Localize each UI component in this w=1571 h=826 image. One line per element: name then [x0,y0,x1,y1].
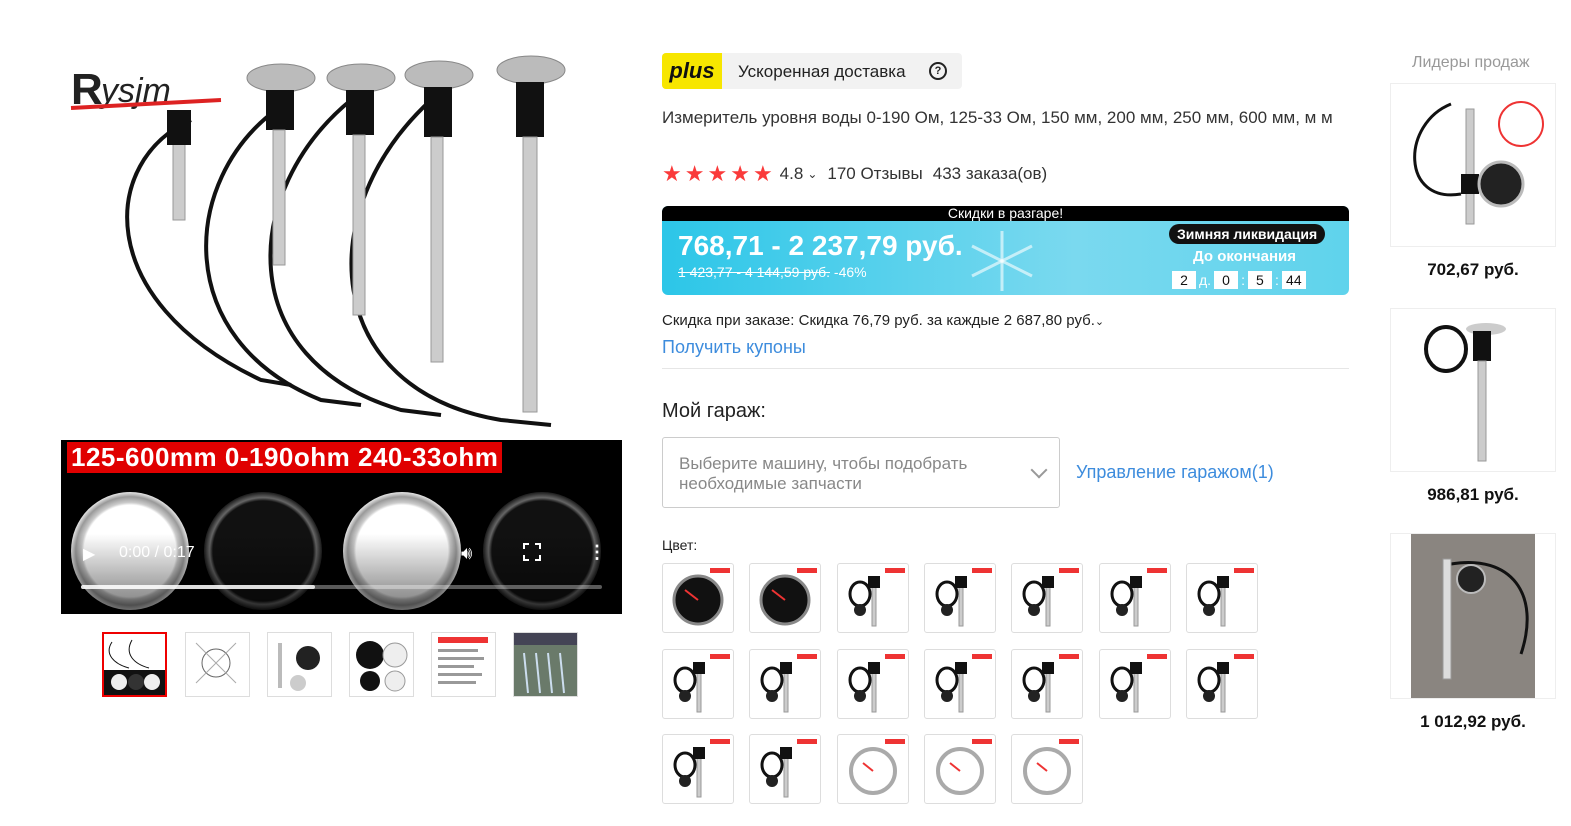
manage-garage-link[interactable]: Управление гаражом(1) [1076,462,1274,483]
video-progress-fill [81,585,316,589]
timer-hours: 0 [1214,271,1239,289]
price-range: 768,71 - 2 237,79 руб. [678,230,963,261]
chevron-down-icon[interactable]: ⌄ [807,167,817,181]
color-option[interactable] [749,563,821,633]
sale-banner: Скидки в разгаре! [662,206,1349,221]
color-option[interactable] [924,649,996,719]
timer-minutes: 5 [1247,271,1272,289]
video-progress[interactable] [81,585,602,589]
color-option[interactable] [837,649,909,719]
help-icon[interactable]: ? [929,62,947,80]
color-option[interactable] [924,734,996,804]
color-option[interactable] [837,563,909,633]
thumbnail[interactable] [513,632,578,697]
price-block: Скидки в разгаре! 768,71 - 2 237,79 руб.… [662,206,1349,295]
bestseller-card[interactable] [1390,533,1556,699]
thumbnail[interactable] [431,632,496,697]
plus-badge: plus [662,53,722,89]
color-option[interactable] [662,563,734,633]
bestseller-card[interactable] [1390,83,1556,247]
color-option[interactable] [1011,563,1083,633]
color-option[interactable] [662,734,734,804]
discount-percent: -46% [833,264,867,280]
bestseller-price[interactable]: 1 012,92 руб. [1390,712,1556,732]
rating-value[interactable]: 4.8 [780,164,804,184]
orders-count: 433 заказа(ов) [932,164,1048,183]
order-discount[interactable]: Скидка при заказе: Скидка 76,79 руб. за … [662,312,1104,329]
garage-placeholder: Выберите машину, чтобы подобрать необход… [679,454,968,493]
timer-seconds: 44 [1281,271,1306,289]
video-time: 0:00 / 0:17 [119,544,195,561]
star-icon: ★ [684,161,705,186]
thumbnail[interactable] [102,632,167,697]
video-banner-title: 125-600mm 0-190ohm 240-33ohm [67,442,503,473]
color-option[interactable] [662,649,734,719]
bestsellers-title: Лидеры продаж [1412,54,1530,71]
snowflake-icon [971,231,1033,291]
product-title: Измеритель уровня воды 0-190 Ом, 125-33 … [662,108,1333,127]
color-option[interactable] [1011,734,1083,804]
bestseller-price[interactable]: 986,81 руб. [1390,485,1556,505]
fullscreen-icon[interactable] [523,543,541,561]
fast-delivery-banner: plus Ускоренная доставка ? [662,53,962,89]
color-option[interactable] [1099,563,1171,633]
rating-row: ★ ★ ★ ★ ★ 4.8 ⌄ 170 Отзывы 433 заказа(ов… [662,161,1048,186]
more-options-icon[interactable]: ⋮ [588,542,606,563]
garage-select[interactable]: Выберите машину, чтобы подобрать необход… [662,437,1060,508]
thumbnail[interactable] [185,632,250,697]
winter-sale-tag: Зимняя ликвидация [1169,224,1326,244]
countdown-timer: 2 д. 0: 5: 44 [1169,271,1309,289]
star-icon: ★ [707,161,728,186]
chevron-down-icon: ⌄ [1094,316,1105,328]
fast-delivery-text: Ускоренная доставка [738,62,906,81]
star-icon: ★ [730,161,750,186]
thumbnail[interactable] [267,632,332,697]
color-option[interactable] [924,563,996,633]
color-label: Цвет: [662,537,698,553]
color-option[interactable] [1099,649,1171,719]
divider [662,368,1349,369]
color-option[interactable] [837,734,909,804]
order-discount-text: Скидка при заказе: Скидка 76,79 руб. за … [662,312,1095,329]
play-icon[interactable]: ▶ [83,544,95,564]
old-price-range: 1 423,77 - 4 144,59 руб. [678,264,831,280]
color-option[interactable] [1186,563,1258,633]
volume-icon[interactable]: 🔊︎ [461,543,472,564]
timer-days-label: д. [1199,272,1212,288]
bestseller-card[interactable] [1390,308,1556,472]
get-coupons-link[interactable]: Получить купоны [662,337,806,358]
thumbnail[interactable] [349,632,414,697]
color-option[interactable] [749,649,821,719]
star-icon: ★ [752,161,773,186]
old-price: 1 423,77 - 4 144,59 руб. -46% [678,264,867,280]
timer-days: 2 [1172,271,1196,289]
color-option[interactable] [1186,649,1258,719]
countdown-label: До окончания [1193,248,1296,265]
chevron-down-icon [1030,461,1048,479]
reviews-count[interactable]: 170 Отзывы [827,164,922,184]
product-main-image[interactable]: R ysjm [61,40,622,440]
color-option[interactable] [1011,649,1083,719]
star-icon: ★ [662,161,682,186]
color-option[interactable] [749,734,821,804]
bestseller-price[interactable]: 702,67 руб. [1390,260,1556,280]
product-video[interactable]: 125-600mm 0-190ohm 240-33ohm ▶ 0:00 / 0:… [61,440,622,614]
garage-label: Мой гараж: [662,400,766,422]
